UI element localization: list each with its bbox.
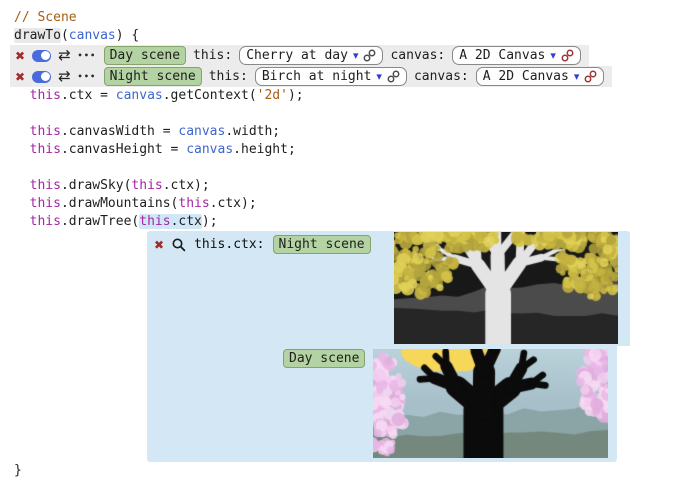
keyword-this: this <box>30 196 61 211</box>
swap-examples-icon[interactable]: ⇄ <box>58 48 71 63</box>
code-text: .canvasWidth = <box>61 124 178 139</box>
var-canvas: canvas <box>186 142 233 157</box>
code-line-canvasheight: this.canvasHeight = canvas.height; <box>0 141 675 159</box>
dropdown-value: Cherry at day <box>246 48 348 63</box>
example-name-badge[interactable]: Night scene <box>104 67 202 86</box>
method-name-token[interactable]: drawTo <box>14 28 61 43</box>
keyword-this: this <box>30 142 61 157</box>
code-text: ); <box>202 214 218 229</box>
caret-down-icon: ▾ <box>550 49 556 62</box>
punct: ) { <box>116 28 139 43</box>
canvas-label: canvas: <box>414 69 469 84</box>
dropdown-value: A 2D Canvas <box>483 69 569 84</box>
remove-example-icon[interactable]: ✖ <box>15 50 25 62</box>
canvas-value-dropdown[interactable]: A 2D Canvas ▾ <box>476 67 605 86</box>
code-line-drawto: drawTo(canvas) { <box>0 27 675 45</box>
code-text: .getContext( <box>163 88 257 103</box>
code-text: .height; <box>233 142 296 157</box>
example-name-badge[interactable]: Day scene <box>104 46 186 65</box>
remove-example-icon[interactable]: ✖ <box>15 71 25 83</box>
toggle-knob <box>41 72 50 81</box>
code-text: .ctx); <box>210 196 257 211</box>
code-text: .drawMountains( <box>61 196 178 211</box>
probe-badge-day[interactable]: Day scene <box>283 349 365 368</box>
code-text: .width; <box>225 124 280 139</box>
this-label: this: <box>209 69 248 84</box>
code-line-canvaswidth: this.canvasWidth = canvas.width; <box>0 123 675 141</box>
probe-panel: ✖ this.ctx: Night scene Day scene <box>147 231 630 462</box>
keyword-this: this <box>30 178 61 193</box>
link-icon[interactable] <box>363 49 376 62</box>
dropdown-value: A 2D Canvas <box>459 48 545 63</box>
code-text: } <box>14 463 22 478</box>
canvas-value-dropdown[interactable]: A 2D Canvas ▾ <box>452 46 581 65</box>
caret-down-icon: ▾ <box>376 70 382 83</box>
code-text: ); <box>288 88 304 103</box>
link-icon[interactable] <box>387 70 400 83</box>
probe-result-night: ✖ this.ctx: Night scene <box>147 231 630 346</box>
code-line-blank <box>0 159 675 177</box>
toggle-knob <box>41 51 50 60</box>
code-line-blank <box>0 105 675 123</box>
canvas-label: canvas: <box>390 48 445 63</box>
code-text: .canvasHeight = <box>61 142 186 157</box>
code-text: .ctx <box>171 214 202 229</box>
dropdown-value: Birch at night <box>262 69 372 84</box>
keyword-this: this <box>30 214 61 229</box>
punct: ( <box>61 28 69 43</box>
this-label: this: <box>193 48 232 63</box>
code-editor: // Scene drawTo(canvas) { ✖ ⇄ ••• Day sc… <box>0 0 675 480</box>
caret-down-icon: ▾ <box>353 49 359 62</box>
example-toggle[interactable] <box>32 50 51 62</box>
keyword-this: this <box>131 178 162 193</box>
keyword-this: this <box>30 88 61 103</box>
night-scene-canvas <box>394 232 618 344</box>
example-toggle[interactable] <box>32 71 51 83</box>
caret-down-icon: ▾ <box>574 70 580 83</box>
var-canvas: canvas <box>178 124 225 139</box>
code-text: .ctx); <box>163 178 210 193</box>
link-icon-shared[interactable] <box>561 49 574 62</box>
var-canvas: canvas <box>116 88 163 103</box>
close-probe-icon[interactable]: ✖ <box>154 239 164 251</box>
probe-anchor-highlight[interactable]: this.ctx <box>139 214 202 229</box>
probe-result-day: Day scene <box>147 346 617 462</box>
this-value-dropdown[interactable]: Birch at night ▾ <box>255 67 407 86</box>
keyword-this: this <box>139 214 170 229</box>
this-value-dropdown[interactable]: Cherry at day ▾ <box>239 46 383 65</box>
keyword-this: this <box>178 196 209 211</box>
string-literal: '2d' <box>257 88 288 103</box>
swap-examples-icon[interactable]: ⇄ <box>58 69 71 84</box>
code-line-drawsky: this.drawSky(this.ctx); <box>0 177 675 195</box>
example-row-day: ✖ ⇄ ••• Day scene this: Cherry at day ▾ … <box>10 45 589 66</box>
code-line-getcontext: this.ctx = canvas.getContext('2d'); <box>0 87 675 105</box>
arg-token: canvas <box>69 28 116 43</box>
probe-expression: this.ctx: <box>194 237 264 252</box>
comment-text: // Scene <box>14 10 77 25</box>
code-text: .ctx = <box>61 88 116 103</box>
example-row-night: ✖ ⇄ ••• Night scene this: Birch at night… <box>10 66 612 87</box>
day-scene-canvas <box>373 349 608 458</box>
probe-badge-night[interactable]: Night scene <box>273 235 371 254</box>
keyword-this: this <box>30 124 61 139</box>
code-line-closing: } <box>0 462 675 480</box>
code-text: .drawSky( <box>61 178 131 193</box>
code-line-comment: // Scene <box>0 9 675 27</box>
probe-header: ✖ this.ctx: Night scene <box>147 231 371 254</box>
more-options-icon[interactable]: ••• <box>78 51 97 60</box>
code-line-drawtree: this.drawTree(this.ctx); <box>0 213 675 231</box>
code-text: .drawTree( <box>61 214 139 229</box>
link-icon-shared[interactable] <box>584 70 597 83</box>
more-options-icon[interactable]: ••• <box>78 72 97 81</box>
code-line-drawmountains: this.drawMountains(this.ctx); <box>0 195 675 213</box>
magnifier-icon[interactable] <box>172 238 186 252</box>
